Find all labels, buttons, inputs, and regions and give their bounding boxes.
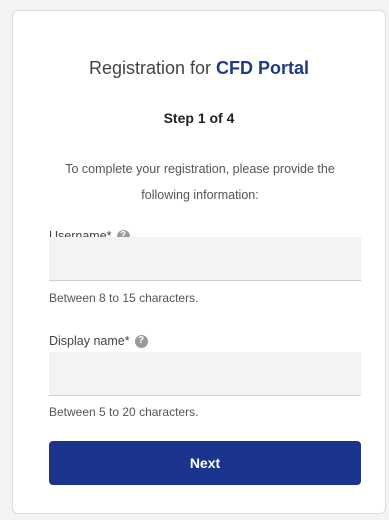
display-name-label: Display name* [49,334,130,348]
username-input[interactable] [49,237,361,281]
display-name-label-row: Display name* ? [49,334,148,348]
display-name-hint: Between 5 to 20 characters. [49,405,199,419]
registration-card: Registration for CFD Portal Step 1 of 4 … [12,10,386,514]
display-name-input[interactable] [49,352,361,396]
portal-name: CFD Portal [216,58,310,78]
title-prefix: Registration for [88,58,217,78]
step-indicator: Step 1 of 4 [163,110,235,126]
intro-text: To complete your registration, please pr… [65,162,335,202]
display-name-help-icon[interactable]: ? [134,334,148,348]
registration-page: Registration for CFD Portal Step 1 of 4 … [0,0,389,520]
page-title: Registration for CFD Portal [13,58,385,79]
next-button[interactable]: Next [49,441,361,485]
username-hint: Between 8 to 15 characters. [49,291,199,305]
